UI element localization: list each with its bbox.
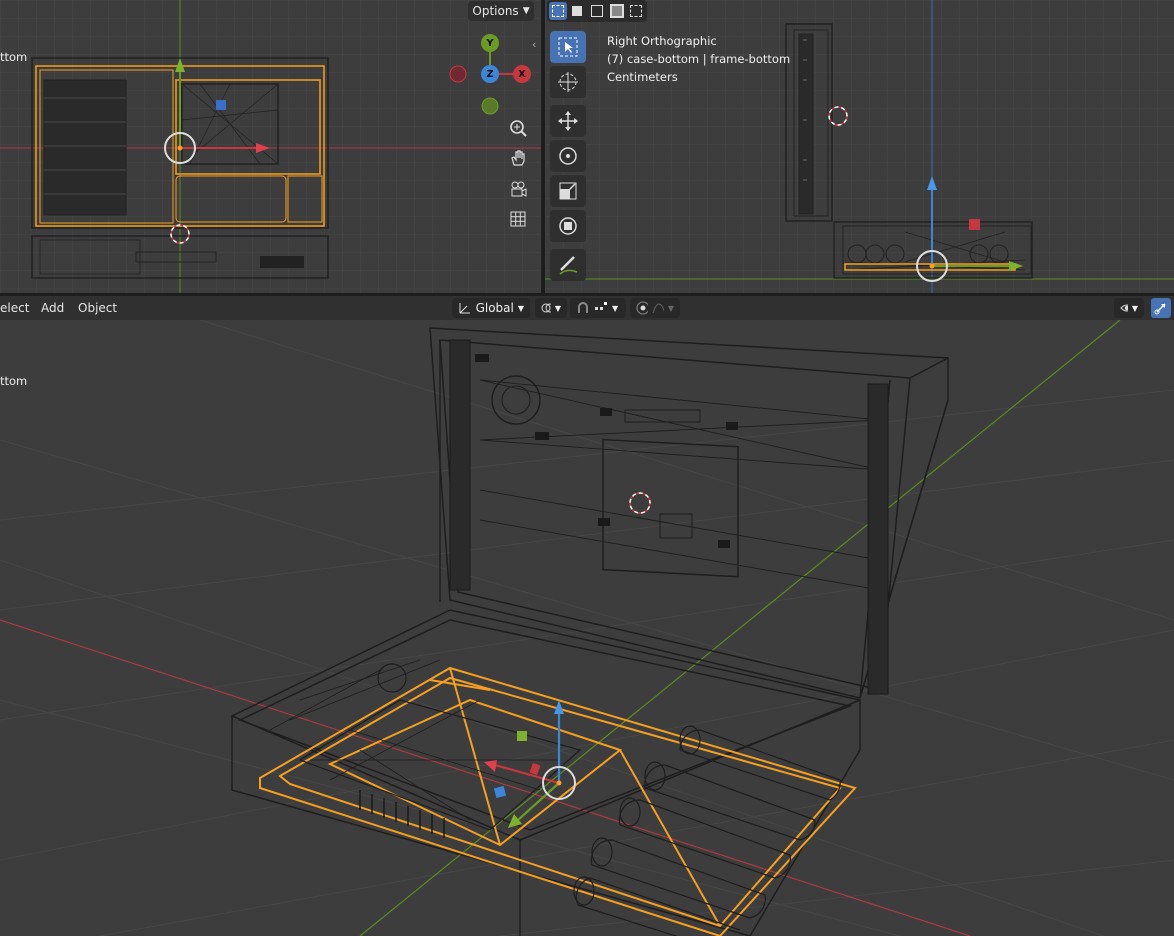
gizmo-y-axis[interactable]: Y <box>481 34 499 52</box>
scale-tool-button[interactable] <box>550 175 586 207</box>
menu-select[interactable]: elect <box>0 301 29 315</box>
rotate-tool-button[interactable] <box>550 140 586 172</box>
move-icon <box>558 111 578 131</box>
select-subtract-icon[interactable] <box>588 2 606 20</box>
view-name: Right Orthographic <box>607 34 717 48</box>
chevron-down-icon: ▼ <box>612 303 619 313</box>
top-left-viewport[interactable]: ttom Options ▼ ‹ Y Z X <box>0 0 541 293</box>
options-label: Options <box>472 4 519 18</box>
top-right-viewport[interactable]: Right Orthographic (7) case-bottom | fra… <box>545 0 1174 293</box>
bottom-viewport-header: elect Add Object Global ▼ ▼ ▼ ▼ ▼ <box>0 296 1174 320</box>
chevron-down-icon: ▼ <box>522 6 530 16</box>
transform-icon <box>559 217 577 235</box>
ortho-toggle-button[interactable] <box>506 207 530 231</box>
viewport-info: Right Orthographic (7) case-bottom | fra… <box>607 32 790 86</box>
top-left-object-label: ttom <box>0 50 28 64</box>
cursor-tool-button[interactable] <box>550 66 586 98</box>
snap-increment-icon <box>595 302 607 310</box>
select-invert-icon[interactable] <box>608 2 626 20</box>
gizmo-toggle[interactable] <box>1151 298 1171 318</box>
visibility-icon <box>1120 304 1128 312</box>
rotate-icon <box>559 147 577 165</box>
snap-toggle[interactable]: ▼ <box>570 298 626 318</box>
transform-tool-button[interactable] <box>550 210 586 242</box>
orientation-label: Global <box>475 301 514 315</box>
toolbar <box>550 31 588 284</box>
orientation-icon <box>459 303 470 314</box>
camera-view-button[interactable] <box>506 177 530 201</box>
select-mode-group <box>547 0 647 22</box>
chevron-down-icon: ▼ <box>667 303 674 313</box>
chevron-down-icon: ▼ <box>517 303 524 313</box>
select-tool-button[interactable] <box>550 31 586 63</box>
zoom-icon <box>510 120 527 137</box>
perspective-object-label: ttom <box>0 374 28 388</box>
zoom-button[interactable] <box>506 116 530 140</box>
pan-button[interactable] <box>506 146 530 170</box>
menu-add[interactable]: Add <box>41 301 64 315</box>
snap-icon <box>578 302 588 313</box>
proportional-edit-toggle[interactable]: ▼ <box>630 298 680 318</box>
scale-icon <box>559 182 577 200</box>
select-intersect-icon[interactable] <box>627 2 645 20</box>
select-extend-icon[interactable] <box>569 2 587 20</box>
object-visibility-dropdown[interactable]: ▼ <box>1114 298 1144 318</box>
units-label: Centimeters <box>607 70 678 84</box>
perspective-scene <box>0 320 1174 936</box>
cursor-icon <box>558 72 578 92</box>
gizmo-x-axis[interactable]: X <box>513 65 531 83</box>
collection-info: (7) case-bottom | frame-bottom <box>607 52 791 66</box>
gizmo-z-axis[interactable]: Z <box>481 65 499 83</box>
move-tool-button[interactable] <box>550 105 586 137</box>
hand-pan-icon <box>511 150 525 166</box>
select-icon <box>558 37 578 57</box>
chevron-down-icon: ▼ <box>554 303 561 313</box>
select-box-icon[interactable] <box>549 2 567 20</box>
camera-icon <box>511 181 527 197</box>
falloff-icon <box>652 303 664 314</box>
perspective-viewport[interactable]: ttom <box>0 320 1174 936</box>
pivot-point-dropdown[interactable]: ▼ <box>535 298 567 318</box>
annotate-icon <box>559 256 578 275</box>
chevron-down-icon: ▼ <box>1131 303 1138 313</box>
gizmo-icon <box>1154 303 1166 315</box>
grid-icon <box>510 211 526 227</box>
menu-object[interactable]: Object <box>78 301 117 315</box>
transform-orientation-dropdown[interactable]: Global ▼ <box>452 298 530 318</box>
annotate-tool-button[interactable] <box>550 249 586 281</box>
proportional-icon <box>636 301 648 315</box>
pivot-icon <box>541 303 551 313</box>
options-dropdown[interactable]: Options ▼ <box>468 1 534 21</box>
